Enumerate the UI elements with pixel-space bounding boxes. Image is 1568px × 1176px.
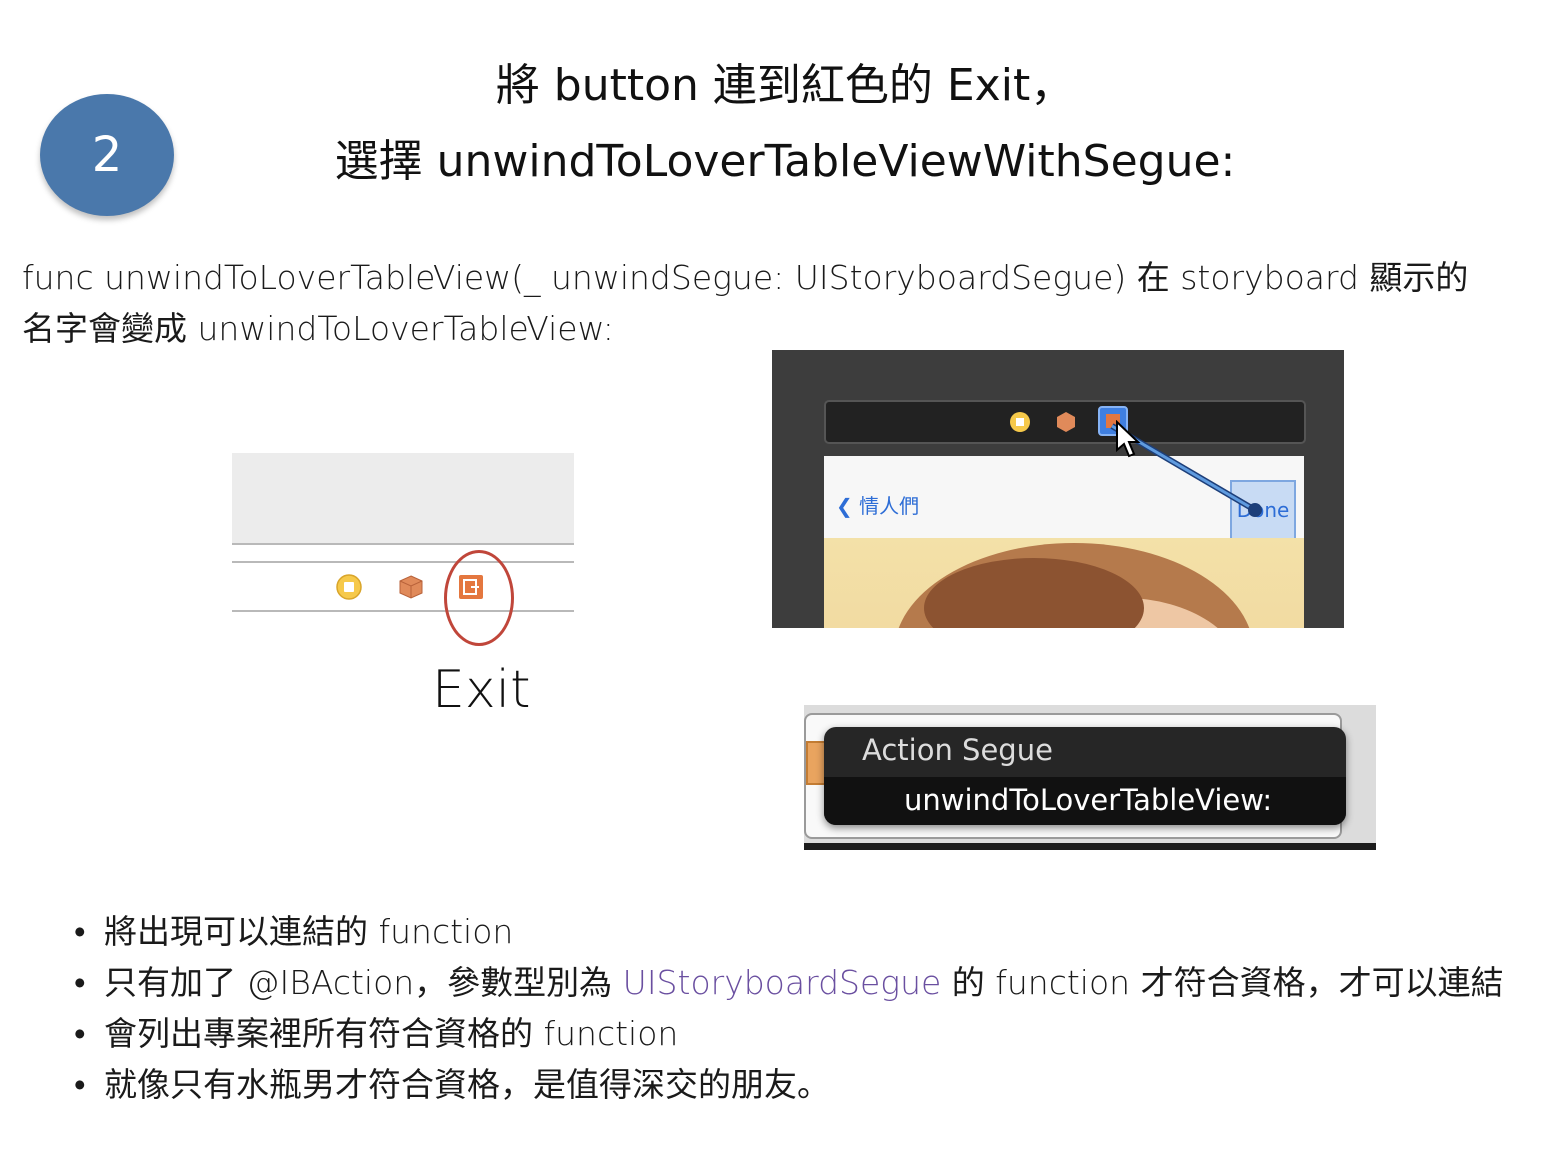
scene-gray-area	[232, 453, 574, 545]
bullet-dot: •	[74, 963, 86, 1002]
first-responder-icon[interactable]	[398, 574, 424, 600]
title-line-2: 選擇 unwindToLoverTableViewWithSegue:	[334, 136, 1236, 187]
action-segue-popup: Action Segue unwindToLoverTableView:	[804, 705, 1376, 850]
title-line-1: 將 button 連到紅色的 Exit，	[495, 60, 1075, 111]
divider	[232, 610, 574, 612]
bullet-text: 將出現可以連結的 function	[104, 912, 514, 951]
menu-item-label: unwindToLoverTableView:	[904, 783, 1273, 817]
menu-item-unwind[interactable]: unwindToLoverTableView:	[824, 777, 1346, 825]
description-line-1: func unwindToLoverTableView(_ unwindSegu…	[22, 258, 1469, 297]
step-badge: 2	[40, 94, 174, 216]
bullet-text: 的 function 才符合資格，才可以連結	[941, 963, 1504, 1002]
exit-label: Exit	[432, 660, 531, 720]
action-segue-menu: Action Segue unwindToLoverTableView:	[824, 727, 1346, 825]
description-line-2: 名字會變成 unwindToLoverTableView:	[22, 309, 614, 348]
exit-highlight-circle	[444, 550, 514, 646]
divider	[804, 843, 1376, 850]
bullet-dot: •	[74, 1065, 86, 1104]
bullet-dot: •	[74, 1014, 86, 1053]
bullet-text: 只有加了 @IBAction，參數型別為	[104, 963, 623, 1002]
divider	[232, 561, 574, 563]
step-number: 2	[91, 127, 123, 183]
list-item: • 會列出專案裡所有符合資格的 function	[74, 1008, 1534, 1059]
connection-line	[1110, 423, 1262, 517]
bullet-text: 就像只有水瓶男才符合資格，是值得深交的朋友。	[104, 1065, 830, 1104]
view-controller-icon[interactable]	[336, 574, 362, 600]
type-highlight: UIStoryboardSegue	[622, 963, 942, 1002]
cursor-icon	[1116, 420, 1141, 458]
bullet-list: • 將出現可以連結的 function • 只有加了 @IBAction，參數型…	[74, 906, 1534, 1110]
list-item: • 就像只有水瓶男才符合資格，是值得深交的朋友。	[74, 1059, 1534, 1110]
list-item: • 只有加了 @IBAction，參數型別為 UIStoryboardSegue…	[74, 957, 1534, 1008]
bullet-text: 會列出專案裡所有符合資格的 function	[104, 1014, 679, 1053]
scene-dock-panel	[232, 453, 574, 613]
list-item: • 將出現可以連結的 function	[74, 906, 1534, 957]
bullet-dot: •	[74, 912, 86, 951]
menu-header: Action Segue	[862, 733, 1053, 767]
storyboard-screenshot: ❮ 情人們 Done	[772, 350, 1344, 628]
description: func unwindToLoverTableView(_ unwindSegu…	[22, 252, 1542, 354]
